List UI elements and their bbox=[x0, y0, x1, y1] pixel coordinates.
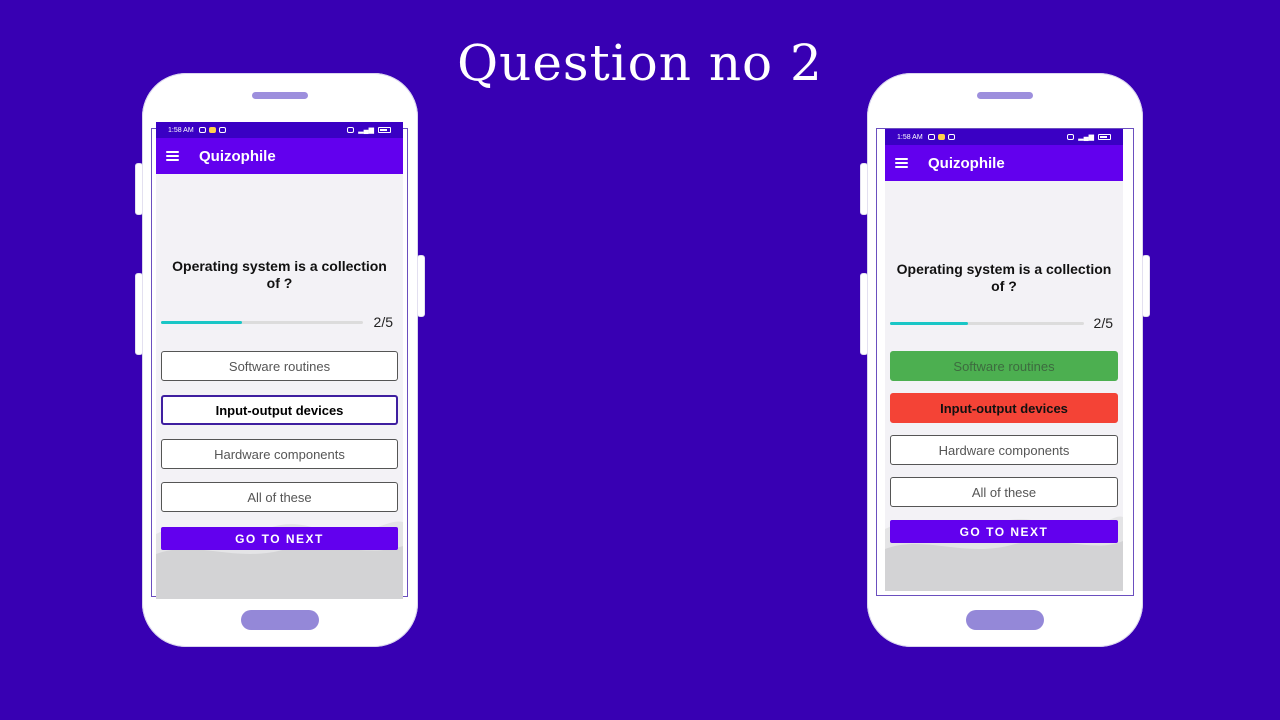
progress-bar bbox=[161, 320, 363, 324]
status-bar: 1:58 AM ▂▄▆ bbox=[156, 122, 403, 138]
phone-mockup-right: 1:58 AM ▂▄▆ Quizophile Operating system … bbox=[860, 73, 1150, 647]
question-counter: 2/5 bbox=[373, 314, 393, 330]
phone-side-key bbox=[135, 163, 143, 215]
app-bar: Quizophile bbox=[885, 145, 1123, 181]
question-text: Operating system is a collection of ? bbox=[896, 261, 1112, 294]
phone-side-key bbox=[860, 273, 868, 355]
signal-icon: ▂▄▆ bbox=[1078, 134, 1094, 141]
app-title: Quizophile bbox=[199, 147, 276, 165]
phone-side-key bbox=[135, 273, 143, 355]
phone-side-key bbox=[860, 163, 868, 215]
notification-icon bbox=[208, 127, 216, 133]
decorative-wave bbox=[156, 521, 403, 599]
sim-icon bbox=[1067, 134, 1075, 140]
progress-fill bbox=[890, 321, 968, 325]
battery-icon bbox=[378, 127, 391, 133]
app-screen: 1:58 AM ▂▄▆ Quizophile Operating system … bbox=[885, 129, 1123, 591]
option-button[interactable]: Hardware components bbox=[161, 439, 398, 469]
app-screen: 1:58 AM ▂▄▆ Quizophile Operating system … bbox=[156, 122, 403, 599]
phone-side-key bbox=[1142, 255, 1150, 317]
go-to-next-button[interactable]: GO TO NEXT bbox=[161, 527, 398, 550]
question-text: Operating system is a collection of ? bbox=[172, 258, 387, 291]
laptop-icon bbox=[947, 134, 955, 140]
status-time: 1:58 AM bbox=[168, 126, 194, 134]
sim-icon bbox=[347, 127, 355, 133]
option-button[interactable]: Software routines bbox=[161, 351, 398, 381]
progress-row: 2/5 bbox=[161, 314, 393, 330]
phone-mockup-left: 1:58 AM ▂▄▆ Quizophile Operating system … bbox=[135, 73, 425, 647]
phone-speaker bbox=[977, 92, 1033, 99]
signal-icon: ▂▄▆ bbox=[358, 127, 374, 134]
home-button bbox=[241, 610, 319, 630]
app-title: Quizophile bbox=[928, 154, 1005, 172]
alarm-icon bbox=[927, 134, 935, 140]
status-bar: 1:58 AM ▂▄▆ bbox=[885, 129, 1123, 145]
notification-icon bbox=[937, 134, 945, 140]
decorative-wave bbox=[885, 516, 1123, 591]
phone-speaker bbox=[252, 92, 308, 99]
hamburger-menu-icon[interactable] bbox=[166, 151, 179, 161]
battery-icon bbox=[1098, 134, 1111, 140]
alarm-icon bbox=[198, 127, 206, 133]
status-time: 1:58 AM bbox=[897, 133, 923, 141]
laptop-icon bbox=[218, 127, 226, 133]
option-button[interactable]: Input-output devices bbox=[161, 395, 398, 425]
progress-row: 2/5 bbox=[890, 315, 1113, 331]
home-button bbox=[966, 610, 1044, 630]
phone-side-key bbox=[417, 255, 425, 317]
option-button[interactable]: Input-output devices bbox=[890, 393, 1118, 423]
option-button[interactable]: Hardware components bbox=[890, 435, 1118, 465]
progress-fill bbox=[161, 320, 242, 324]
progress-bar bbox=[890, 321, 1084, 325]
go-to-next-button[interactable]: GO TO NEXT bbox=[890, 520, 1118, 543]
hamburger-menu-icon[interactable] bbox=[895, 158, 908, 168]
question-counter: 2/5 bbox=[1093, 315, 1113, 331]
option-button[interactable]: Software routines bbox=[890, 351, 1118, 381]
app-bar: Quizophile bbox=[156, 138, 403, 174]
